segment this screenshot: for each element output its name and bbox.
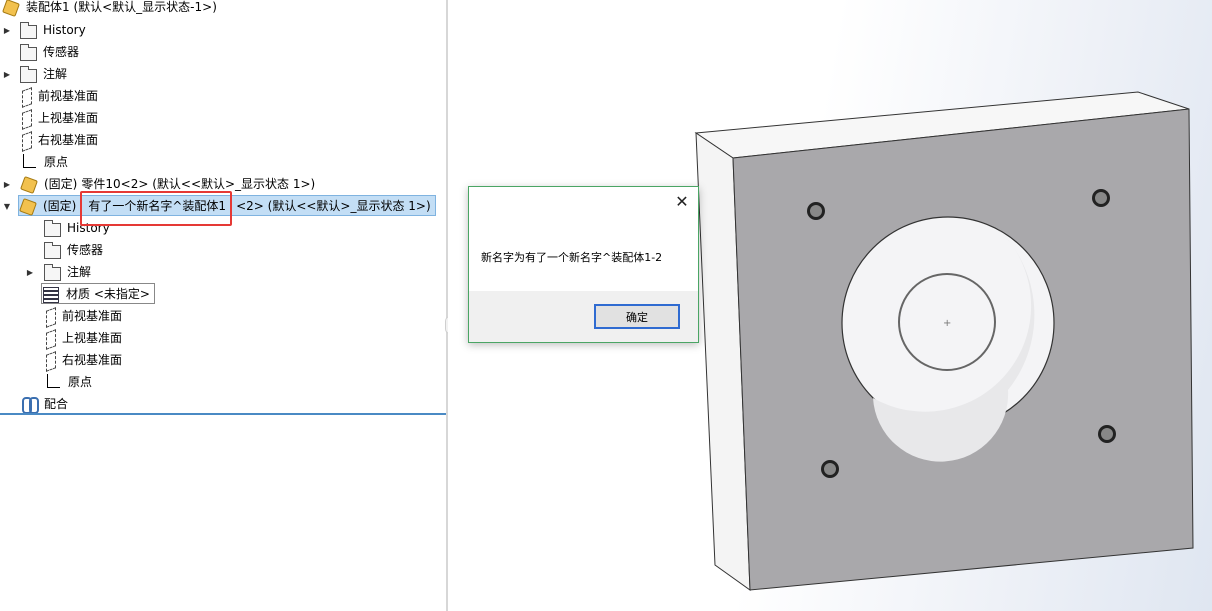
tree-item-right-plane[interactable]: 右视基准面 (20, 130, 100, 150)
mates-icon (20, 395, 39, 414)
plane-icon (44, 309, 56, 325)
tree-item-label: 上视基准面 (38, 111, 99, 125)
tree-item-origin[interactable]: 原点 (20, 152, 70, 172)
annotation-folder-icon (20, 66, 37, 83)
tree-item-label: History (43, 23, 86, 37)
history-folder-icon (44, 220, 61, 237)
tree-end-separator (0, 413, 446, 415)
tree-item-top-plane[interactable]: 上视基准面 (20, 108, 100, 128)
expand-arrow-icon[interactable]: ▶ (2, 20, 12, 40)
feature-manager-tree: 装配体1 (默认<默认_显示状态-1>) ▶ History 传感器 ▶ 注解 … (0, 0, 446, 611)
tree-item-label: 传感器 (43, 45, 80, 59)
expand-arrow-icon[interactable]: ▶ (2, 174, 12, 194)
tree-item-label: 前视基准面 (62, 309, 123, 323)
tree-item-front-plane[interactable]: 前视基准面 (20, 86, 100, 106)
tree-item-label: 前视基准面 (38, 89, 99, 103)
fixed-prefix: (固定) (44, 177, 78, 191)
ok-button[interactable]: 确定 (594, 304, 680, 329)
plane-icon (44, 353, 56, 369)
sensor-folder-icon (44, 242, 61, 259)
tree-item-label: 右视基准面 (38, 133, 99, 147)
sensor-folder-icon (20, 44, 37, 61)
tree-item-label: 注解 (67, 265, 92, 279)
tree-root-assembly[interactable]: 装配体1 (默认<默认_显示状态-1>) (2, 0, 219, 17)
part-config: <2> (默认<<默认>_显示状态 1>) (236, 198, 431, 213)
tree-item-label: 配合 (44, 397, 69, 411)
tree-item-mates[interactable]: 配合 (20, 394, 70, 414)
close-icon[interactable]: ✕ (672, 192, 692, 212)
part-icon (20, 175, 38, 193)
tree-item-label: 原点 (44, 155, 69, 169)
tree-item-sensors[interactable]: 传感器 (20, 42, 81, 62)
tree-item-annotations[interactable]: 注解 (20, 64, 69, 84)
part-icon (19, 197, 37, 215)
plane-icon (20, 133, 32, 149)
child-item-material[interactable]: 材质 <未指定> (41, 283, 155, 304)
tree-root-label: 装配体1 (默认<默认_显示状态-1>) (26, 0, 217, 14)
highlight-annotation-box (80, 191, 232, 226)
dialog-message: 新名字为有了一个新名字^装配体1-2 (481, 251, 663, 264)
history-folder-icon (20, 22, 37, 39)
plane-icon (20, 111, 32, 127)
assembly-icon (2, 0, 20, 16)
collapse-arrow-icon[interactable]: ▼ (2, 196, 12, 216)
child-item-top-plane[interactable]: 上视基准面 (44, 328, 124, 348)
child-item-front-plane[interactable]: 前视基准面 (44, 306, 124, 326)
expand-arrow-icon[interactable]: ▶ (25, 262, 35, 282)
tree-item-label: 材质 <未指定> (66, 286, 150, 301)
center-mark-icon: + (943, 318, 951, 329)
tree-item-label: 原点 (68, 375, 93, 389)
material-icon (42, 285, 60, 303)
fixed-prefix: (固定) (43, 198, 77, 213)
tree-item-history[interactable]: History (20, 20, 88, 40)
origin-icon (20, 153, 38, 171)
dialog-content: ✕ 新名字为有了一个新名字^装配体1-2 (469, 187, 698, 291)
part-name: 零件10<2> (默认<<默认>_显示状态 1>) (81, 177, 316, 191)
plane-icon (44, 331, 56, 347)
origin-icon (44, 373, 62, 391)
child-item-sensors[interactable]: 传感器 (44, 240, 105, 260)
child-item-right-plane[interactable]: 右视基准面 (44, 350, 124, 370)
expand-arrow-icon[interactable]: ▶ (2, 64, 12, 84)
annotation-folder-icon (44, 264, 61, 281)
tree-item-label: 右视基准面 (62, 353, 123, 367)
tree-item-label: 上视基准面 (62, 331, 123, 345)
child-item-origin[interactable]: 原点 (44, 372, 94, 392)
tree-item-label: 注解 (43, 67, 68, 81)
tree-item-label: 传感器 (67, 243, 104, 257)
rename-info-dialog: ✕ 新名字为有了一个新名字^装配体1-2 确定 (468, 186, 699, 343)
child-item-annotations[interactable]: 注解 (44, 262, 93, 282)
plane-icon (20, 89, 32, 105)
